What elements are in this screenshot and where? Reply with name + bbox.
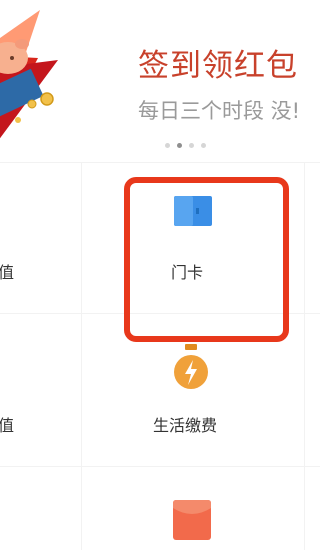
service-cell-left-1[interactable]: 值: [0, 163, 81, 313]
banner-subtitle: 每日三个时段 没!: [138, 99, 301, 123]
carousel-indicator: [165, 143, 206, 148]
service-cell-right-2[interactable]: [305, 314, 320, 466]
service-cell-red-packet[interactable]: [82, 467, 304, 550]
service-cell-right-1[interactable]: [305, 163, 320, 313]
service-label: 门卡: [171, 263, 204, 282]
service-cell-door-card[interactable]: 门卡: [82, 163, 304, 313]
carousel-dot[interactable]: [165, 143, 170, 148]
lightbulb-bolt-icon: [174, 344, 208, 389]
pig-new-year-icon: [0, 0, 80, 162]
service-label: 值: [0, 263, 15, 282]
service-cell-left-2[interactable]: 值: [0, 314, 81, 466]
service-label: 值: [0, 416, 15, 435]
service-label: 生活缴费: [153, 416, 218, 435]
carousel-dot[interactable]: [201, 143, 206, 148]
carousel-dot[interactable]: [189, 143, 194, 148]
signin-banner[interactable]: 签到领红包 每日三个时段 没!: [0, 0, 320, 162]
service-cell-right-3[interactable]: [305, 467, 320, 550]
red-packet-icon: [173, 500, 211, 540]
banner-title: 签到领红包: [138, 48, 298, 84]
door-card-icon: [174, 196, 212, 226]
service-cell-left-3[interactable]: [0, 467, 81, 550]
carousel-dot-active[interactable]: [177, 143, 182, 148]
service-cell-utilities[interactable]: 生活缴费: [82, 314, 304, 466]
